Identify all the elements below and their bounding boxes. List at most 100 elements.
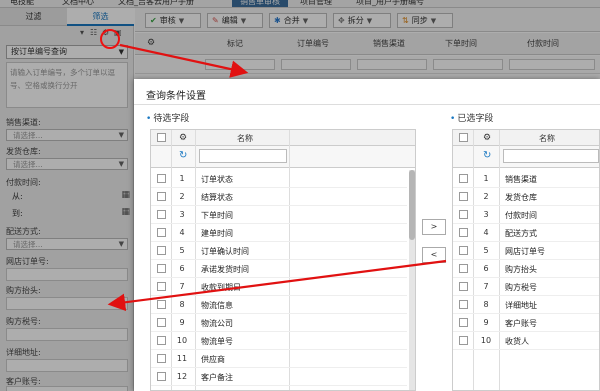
list-item[interactable]: 7 购方税号 xyxy=(453,278,599,296)
row-checkbox[interactable] xyxy=(459,264,468,273)
gear-icon[interactable]: ⚙ xyxy=(483,133,491,143)
row-field-name: 购方税号 xyxy=(505,283,537,292)
row-checkbox[interactable] xyxy=(459,318,468,327)
row-checkbox[interactable] xyxy=(157,264,166,273)
row-number: 6 xyxy=(179,264,185,273)
row-number: 2 xyxy=(179,192,185,201)
gear-icon[interactable]: ⚙ xyxy=(179,133,187,143)
row-checkbox[interactable] xyxy=(157,354,166,363)
row-checkbox[interactable] xyxy=(459,192,468,201)
select-all-checkbox[interactable] xyxy=(157,133,166,142)
row-checkbox[interactable] xyxy=(157,372,166,381)
dialog-divider xyxy=(134,104,600,105)
list-item[interactable]: 2 结算状态 xyxy=(151,188,407,206)
row-field-name: 承诺发货时间 xyxy=(201,265,249,274)
list-item[interactable]: 13客服备注 xyxy=(151,386,407,390)
row-field-name: 物流单号 xyxy=(201,337,233,346)
move-right-button[interactable]: > xyxy=(422,219,446,235)
row-field-name: 客户备注 xyxy=(201,373,233,382)
list-item[interactable]: 4 配送方式 xyxy=(453,224,599,242)
row-checkbox[interactable] xyxy=(157,174,166,183)
row-number: 2 xyxy=(483,192,489,201)
row-checkbox[interactable] xyxy=(459,300,468,309)
list-item[interactable]: 5 网店订单号 xyxy=(453,242,599,260)
row-checkbox[interactable] xyxy=(459,174,468,183)
row-checkbox[interactable] xyxy=(459,246,468,255)
row-field-name: 订单状态 xyxy=(201,175,233,184)
refresh-icon[interactable]: ↻ xyxy=(483,150,491,161)
bullet-icon: • xyxy=(450,114,456,124)
annotation-circle xyxy=(100,29,120,49)
list-item[interactable]: 1 订单状态 xyxy=(151,170,407,188)
list-item[interactable]: 7 收款到期日 xyxy=(151,278,407,296)
row-checkbox[interactable] xyxy=(157,282,166,291)
list-item[interactable]: 3 下单时间 xyxy=(151,206,407,224)
row-checkbox[interactable] xyxy=(157,228,166,237)
row-checkbox[interactable] xyxy=(157,192,166,201)
list-item[interactable]: 11 供应商 xyxy=(151,350,407,368)
row-number: 7 xyxy=(179,282,185,291)
row-field-name: 详细地址 xyxy=(505,301,537,310)
row-checkbox[interactable] xyxy=(459,282,468,291)
refresh-icon[interactable]: ↻ xyxy=(179,150,187,161)
row-checkbox[interactable] xyxy=(157,210,166,219)
available-fields-list: ⚙ 名称 ↻ 1 订单状态 2 结算状态 3 下单时间 4 建单时间 5 订单确认时间 6 承诺发货时… xyxy=(150,129,416,391)
move-left-button[interactable]: < xyxy=(422,247,446,263)
row-number: 11 xyxy=(176,354,188,363)
select-all-checkbox[interactable] xyxy=(459,133,468,142)
row-field-name: 收货人 xyxy=(505,337,529,346)
available-filter-input[interactable] xyxy=(199,149,287,163)
list-item[interactable]: 12 客户备注 xyxy=(151,368,407,386)
row-field-name: 网店订单号 xyxy=(505,247,545,256)
list-item[interactable]: 6 承诺发货时间 xyxy=(151,260,407,278)
row-field-name: 配送方式 xyxy=(505,229,537,238)
row-checkbox[interactable] xyxy=(157,336,166,345)
row-field-name: 供应商 xyxy=(201,355,225,364)
row-checkbox[interactable] xyxy=(157,246,166,255)
selected-fields-title-text: 已选字段 xyxy=(457,114,494,124)
row-field-name: 收款到期日 xyxy=(201,283,241,292)
row-field-name: 物流信息 xyxy=(201,301,233,310)
list-item[interactable]: 9 物流公司 xyxy=(151,314,407,332)
available-list-filter: ↻ xyxy=(151,146,415,168)
selected-fields-title: • 已选字段 xyxy=(450,111,493,124)
row-number: 4 xyxy=(483,228,489,237)
row-number: 9 xyxy=(179,318,185,327)
list-item[interactable]: 9 客户账号 xyxy=(453,314,599,332)
col-name-header: 名称 xyxy=(539,134,555,143)
list-item[interactable]: 8 详细地址 xyxy=(453,296,599,314)
row-field-name: 建单时间 xyxy=(201,229,233,238)
row-number: 5 xyxy=(483,246,489,255)
row-checkbox[interactable] xyxy=(459,228,468,237)
col-name-header: 名称 xyxy=(237,134,253,143)
row-checkbox[interactable] xyxy=(459,210,468,219)
list-item[interactable]: 8 物流信息 xyxy=(151,296,407,314)
row-number: 10 xyxy=(480,336,492,345)
row-checkbox[interactable] xyxy=(157,300,166,309)
selected-filter-input[interactable] xyxy=(503,149,599,163)
row-number: 10 xyxy=(176,336,188,345)
list-item[interactable]: 1 销售渠道 xyxy=(453,170,599,188)
list-item[interactable]: 10 物流单号 xyxy=(151,332,407,350)
list-item[interactable]: 10 收货人 xyxy=(453,332,599,350)
selected-list-header: ⚙ 名称 xyxy=(453,130,599,146)
scrollbar-thumb[interactable] xyxy=(409,170,415,240)
row-field-name: 结算状态 xyxy=(201,193,233,202)
row-checkbox[interactable] xyxy=(157,318,166,327)
list-item[interactable]: 4 建单时间 xyxy=(151,224,407,242)
list-item[interactable]: 2 发货仓库 xyxy=(453,188,599,206)
available-list-header: ⚙ 名称 xyxy=(151,130,415,146)
dialog-title: 查询条件设置 xyxy=(146,91,206,102)
row-number: 1 xyxy=(483,174,489,183)
query-settings-dialog: 查询条件设置 • 待选字段 • 已选字段 ⚙ 名称 ↻ 1 订单状态 2 结算状态 3 下单时… xyxy=(134,79,600,391)
list-item[interactable]: 5 订单确认时间 xyxy=(151,242,407,260)
row-checkbox[interactable] xyxy=(459,336,468,345)
list-item[interactable]: 3 付款时间 xyxy=(453,206,599,224)
list-scrollbar[interactable] xyxy=(409,170,415,390)
row-number: 6 xyxy=(483,264,489,273)
row-number: 12 xyxy=(176,372,188,381)
row-number: 4 xyxy=(179,228,185,237)
list-item[interactable]: 6 购方抬头 xyxy=(453,260,599,278)
selected-list-filter: ↻ xyxy=(453,146,599,168)
row-field-name: 销售渠道 xyxy=(505,175,537,184)
